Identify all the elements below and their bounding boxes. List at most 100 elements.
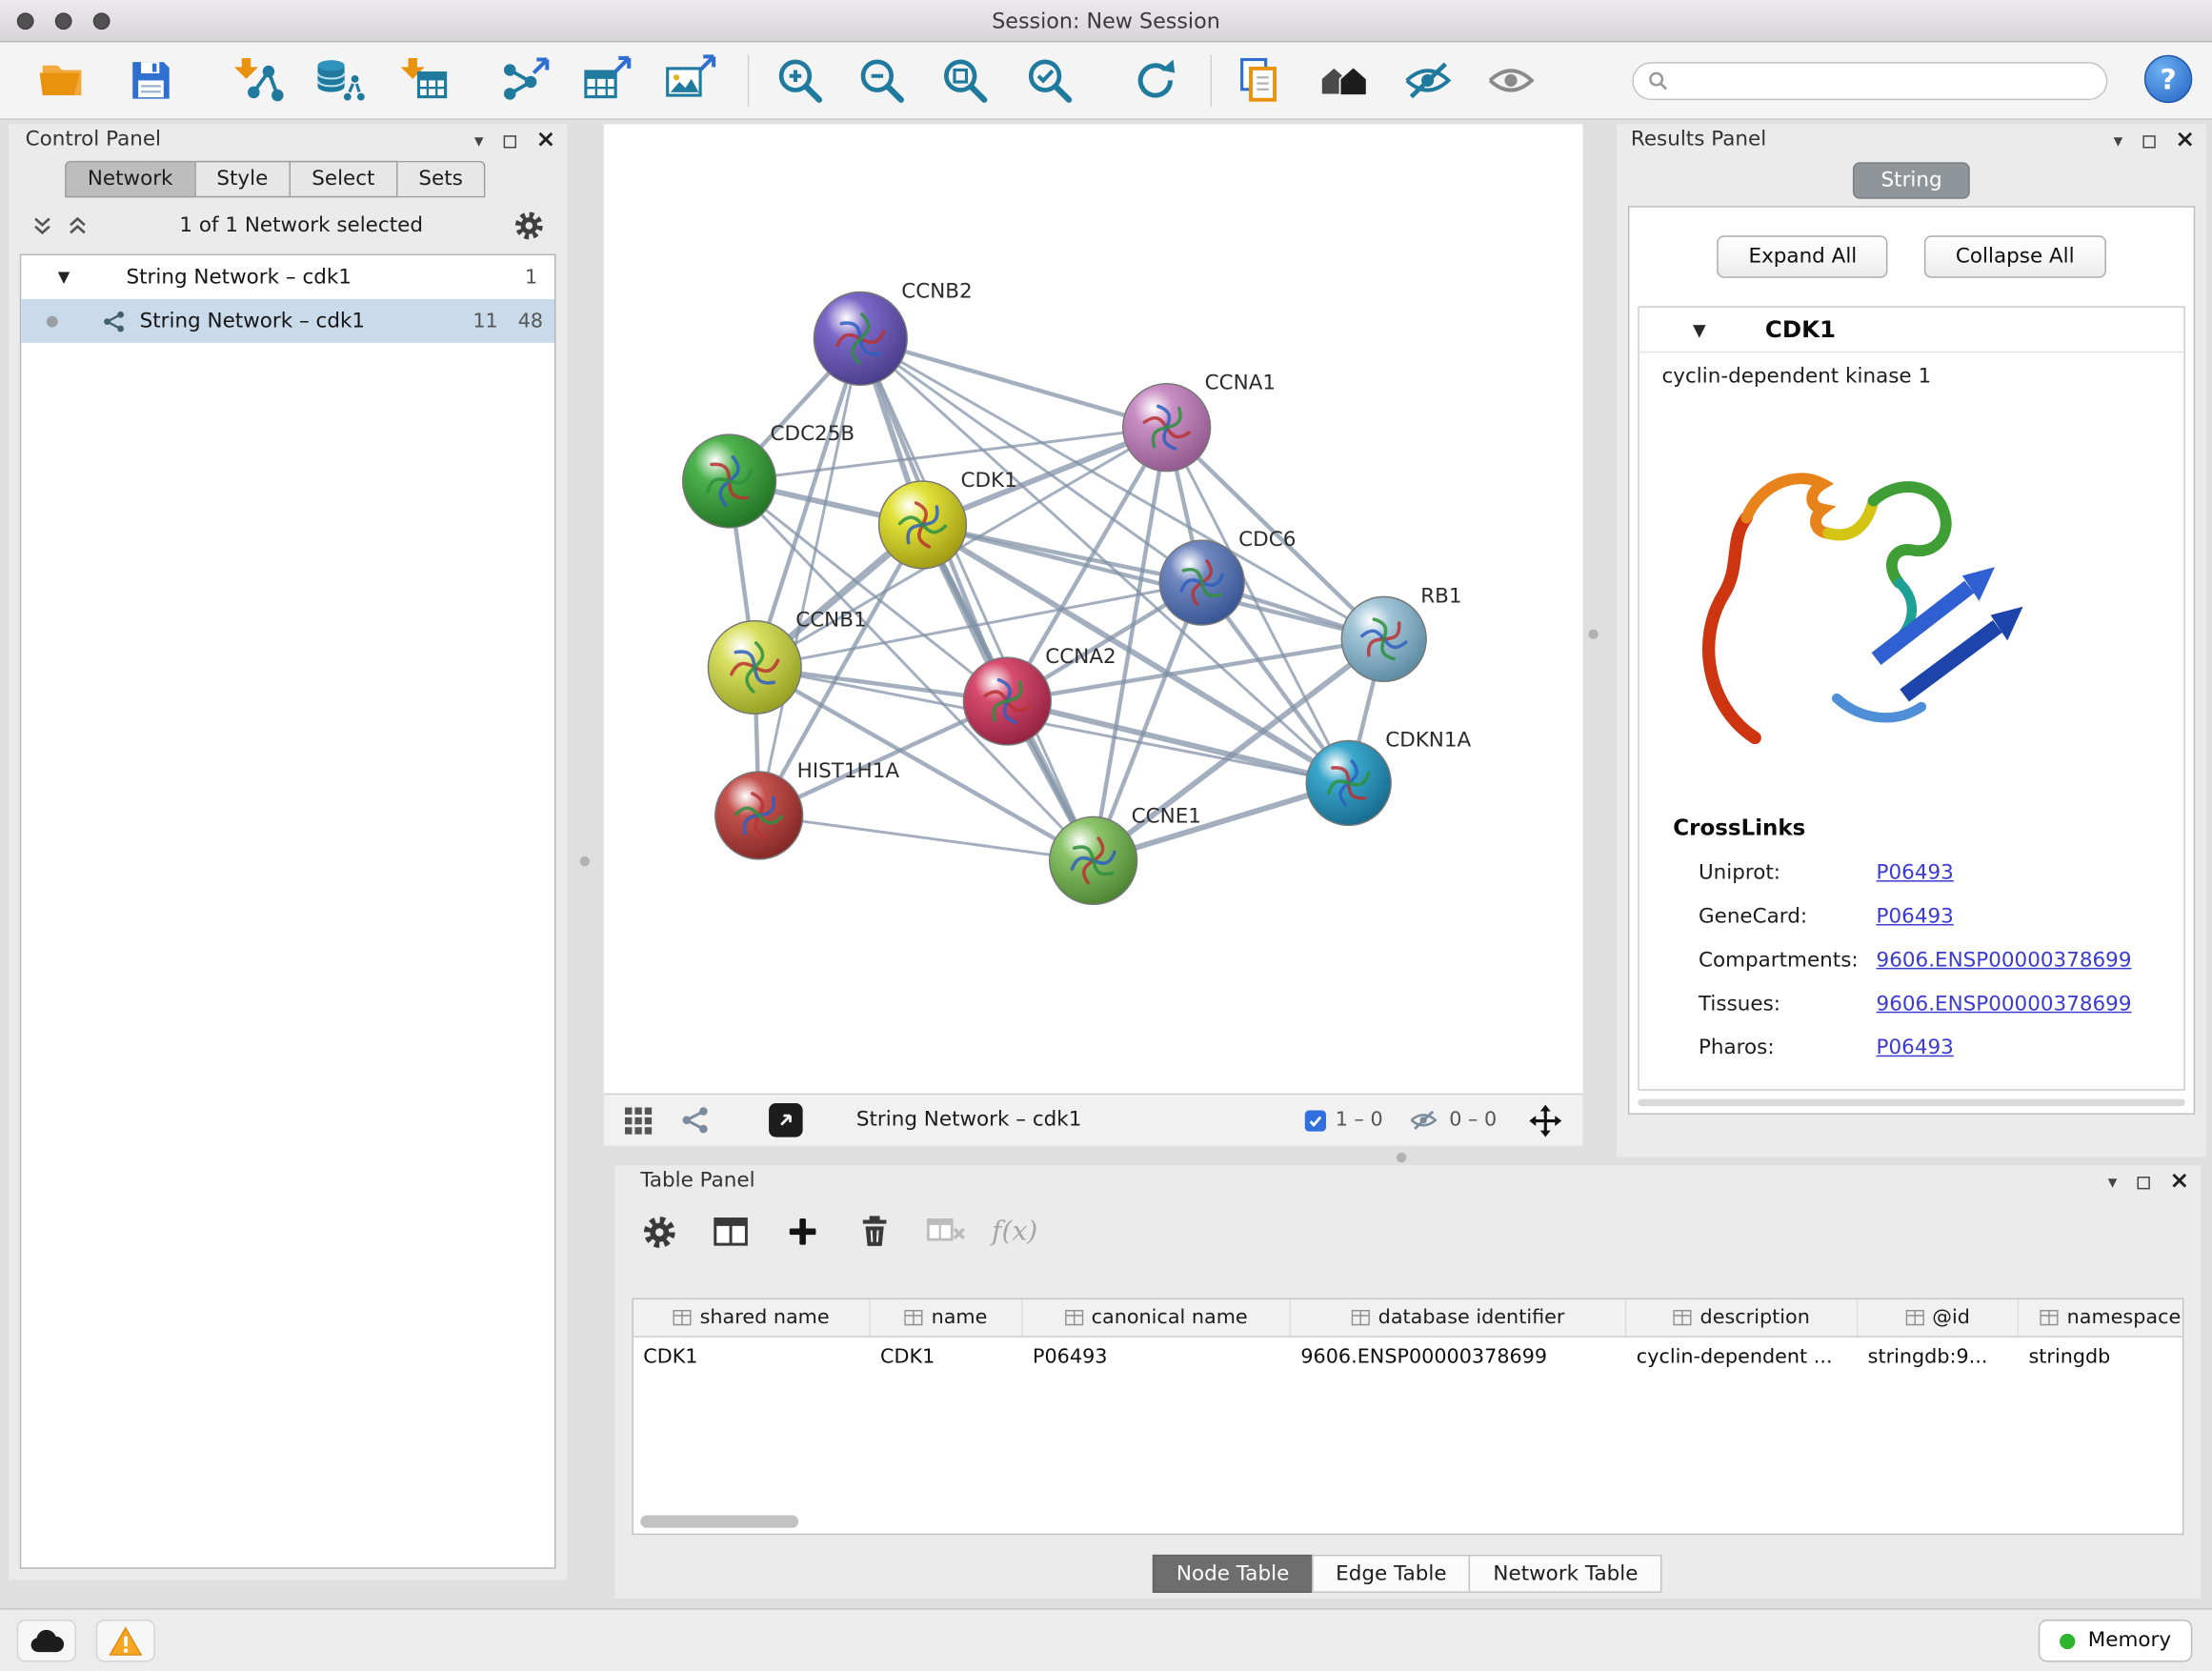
network-view-toolbar: String Network – cdk1 1 – 0 0 – 0 (604, 1094, 1583, 1146)
column-header[interactable]: database identifier (1291, 1299, 1626, 1337)
network-edge[interactable] (860, 338, 1166, 427)
results-horizontal-scrollbar[interactable] (1638, 1099, 2185, 1106)
open-session-button[interactable] (35, 52, 91, 109)
refresh-view-button[interactable] (1127, 52, 1183, 109)
search-field[interactable] (1632, 62, 2107, 100)
panel-menu-icon[interactable]: ▾ (2114, 131, 2123, 150)
warning-status-button[interactable] (96, 1620, 155, 1661)
hidden-eye-slash-icon[interactable] (1408, 1105, 1439, 1137)
column-header[interactable]: shared name (633, 1299, 871, 1337)
tab-network[interactable]: Network (65, 161, 195, 198)
open-folder-icon (37, 53, 90, 107)
column-header[interactable]: namespace (2019, 1299, 2183, 1337)
node-label-CCNB1: CCNB1 (795, 609, 866, 633)
expand-all-icon[interactable] (31, 214, 54, 237)
delete-column-trash-icon[interactable] (848, 1205, 901, 1258)
protein-section-header[interactable]: ▼ CDK1 (1639, 308, 2184, 352)
import-table-button[interactable] (396, 52, 452, 109)
pan-move-icon[interactable] (1528, 1102, 1563, 1137)
zoom-window-button[interactable] (93, 12, 111, 30)
tab-string[interactable]: String (1853, 162, 1970, 199)
crosslink-link[interactable]: 9606.ENSP00000378699 (1877, 950, 2132, 973)
column-header[interactable]: description (1626, 1299, 1858, 1337)
network-collection-row[interactable]: ▼ String Network – cdk1 1 (21, 255, 554, 299)
warning-icon (109, 1626, 143, 1656)
clipboard-button[interactable] (1232, 52, 1288, 109)
string-results-box: Expand All Collapse All ▼ CDK1 cyclin-de… (1628, 206, 2195, 1115)
cloud-status-button[interactable] (17, 1620, 76, 1661)
horizontal-splitter-handle[interactable] (1397, 1153, 1406, 1162)
column-header[interactable]: canonical name (1023, 1299, 1291, 1337)
network-canvas[interactable]: CCNB2CCNA1CDC25BCDK1CDC6RB1CCNB1CCNA2CDK… (604, 124, 1583, 1093)
zoom-selected-button[interactable] (1021, 52, 1077, 109)
eye-slash-icon (1401, 53, 1455, 107)
panel-close-icon[interactable]: × (2169, 1172, 2189, 1194)
panel-close-icon[interactable]: × (2175, 131, 2195, 152)
save-icon (126, 55, 176, 106)
birdseye-grid-icon[interactable] (624, 1105, 654, 1135)
column-header[interactable]: name (871, 1299, 1023, 1337)
column-header[interactable]: @id (1858, 1299, 2019, 1337)
memory-button[interactable]: Memory (2039, 1620, 2192, 1661)
tab-edge-table[interactable]: Edge Table (1312, 1555, 1471, 1593)
delete-table-icon-disabled (920, 1205, 974, 1258)
tab-node-table[interactable]: Node Table (1153, 1555, 1314, 1593)
tab-style[interactable]: Style (195, 161, 291, 198)
protein-description: cyclin-dependent kinase 1 (1661, 366, 2183, 389)
detach-view-button[interactable] (769, 1103, 803, 1137)
network-edge[interactable] (759, 338, 861, 815)
home-button[interactable] (1317, 52, 1373, 109)
network-share-icon[interactable] (681, 1106, 710, 1135)
hide-selected-button[interactable] (1399, 52, 1456, 109)
panel-float-icon[interactable] (2137, 1176, 2149, 1188)
crosslink-link[interactable]: P06493 (1877, 862, 1954, 885)
panel-menu-icon[interactable]: ▾ (2108, 1173, 2118, 1191)
panel-close-icon[interactable]: × (535, 131, 555, 152)
create-column-plus-icon[interactable] (775, 1205, 829, 1258)
close-window-button[interactable] (17, 12, 34, 30)
panel-menu-icon[interactable]: ▾ (474, 131, 484, 150)
export-network-button[interactable] (496, 52, 553, 109)
titlebar: Session: New Session (0, 0, 2212, 42)
zoom-fit-button[interactable] (936, 52, 993, 109)
zoom-out-button[interactable] (854, 52, 910, 109)
panel-float-icon[interactable] (503, 134, 515, 147)
collapse-all-icon[interactable] (67, 214, 90, 237)
collapse-all-button[interactable]: Collapse All (1924, 235, 2105, 277)
tree-expand-icon[interactable]: ▼ (58, 268, 70, 286)
panel-float-icon[interactable] (2142, 134, 2155, 147)
save-session-button[interactable] (123, 52, 179, 109)
table-horizontal-scrollbar[interactable] (640, 1515, 798, 1527)
tab-network-table[interactable]: Network Table (1469, 1555, 1661, 1593)
crosslink-link[interactable]: P06493 (1877, 1037, 1954, 1059)
network-row[interactable]: String Network – cdk1 11 48 (21, 299, 554, 343)
vertical-splitter-handle[interactable] (580, 856, 590, 866)
show-all-button[interactable] (1482, 52, 1538, 109)
current-network-name: String Network – cdk1 (856, 1109, 1081, 1132)
import-network-database-button[interactable] (311, 52, 367, 109)
tab-select[interactable]: Select (291, 161, 397, 198)
show-columns-icon[interactable] (704, 1205, 757, 1258)
cell-description: cyclin-dependent ... (1626, 1338, 1858, 1376)
search-input[interactable] (1679, 70, 2092, 92)
export-image-button[interactable] (662, 52, 718, 109)
expand-all-button[interactable]: Expand All (1718, 235, 1888, 277)
import-network-file-button[interactable] (230, 52, 286, 109)
crosslink-link[interactable]: 9606.ENSP00000378699 (1877, 994, 2132, 1017)
network-view: CCNB2CCNA1CDC25BCDK1CDC6RB1CCNB1CCNA2CDK… (604, 124, 1583, 1093)
zoom-in-button[interactable] (772, 52, 828, 109)
crosslink-label: Tissues: (1699, 994, 1780, 1017)
export-table-button[interactable] (578, 52, 634, 109)
tab-sets[interactable]: Sets (397, 161, 485, 198)
minimize-window-button[interactable] (55, 12, 72, 30)
table-row[interactable]: CDK1 CDK1 P06493 9606.ENSP00000378699 cy… (633, 1338, 2182, 1376)
table-settings-gear-icon[interactable] (632, 1205, 685, 1258)
network-options-gear-icon[interactable] (513, 211, 545, 242)
crosslink-link[interactable]: P06493 (1877, 906, 1954, 929)
vertical-splitter-handle[interactable] (1588, 629, 1598, 638)
selected-checkbox[interactable] (1304, 1110, 1325, 1131)
help-icon[interactable]: ? (2144, 55, 2192, 103)
network-selection-bar: 1 of 1 Network selected (20, 206, 556, 245)
network-edge[interactable] (759, 815, 1094, 860)
section-expand-icon[interactable]: ▼ (1693, 319, 1706, 339)
